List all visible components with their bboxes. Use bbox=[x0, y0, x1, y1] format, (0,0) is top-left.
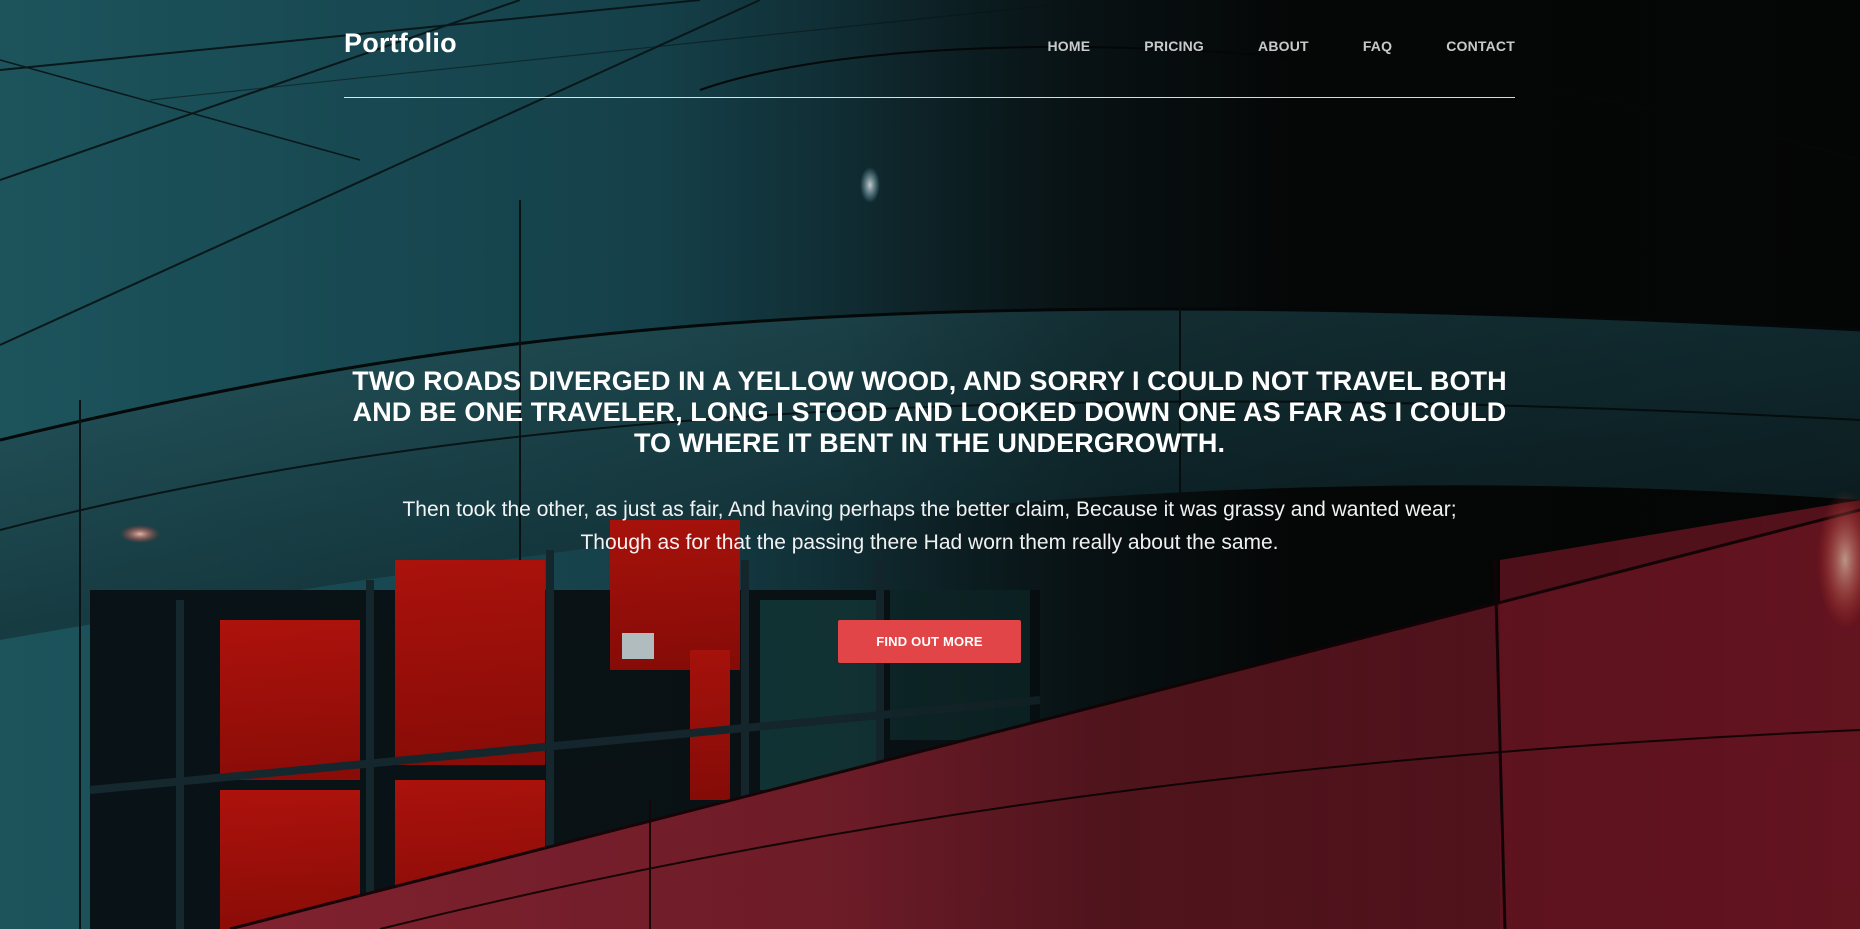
nav-links: Home Pricing About FAQ Contact bbox=[993, 38, 1515, 56]
nav-item-faq: FAQ bbox=[1363, 38, 1392, 56]
hero-section: Two roads diverged in a yellow wood, and… bbox=[344, 366, 1515, 663]
nav-link-pricing[interactable]: Pricing bbox=[1144, 38, 1204, 54]
nav-link-home[interactable]: Home bbox=[1047, 38, 1090, 54]
page-content: Portfolio Home Pricing About FAQ Contact… bbox=[0, 0, 1860, 929]
brand-link[interactable]: Portfolio bbox=[344, 28, 457, 59]
nav-link-contact[interactable]: Contact bbox=[1446, 38, 1515, 54]
find-out-more-button[interactable]: Find Out More bbox=[838, 620, 1021, 663]
nav-item-contact: Contact bbox=[1446, 38, 1515, 56]
nav-link-about[interactable]: About bbox=[1258, 38, 1309, 54]
nav-link-faq[interactable]: FAQ bbox=[1363, 38, 1392, 54]
hero-heading: Two roads diverged in a yellow wood, and… bbox=[352, 366, 1507, 458]
nav-item-home: Home bbox=[1047, 38, 1090, 56]
navbar: Portfolio Home Pricing About FAQ Contact bbox=[344, 0, 1515, 98]
nav-item-pricing: Pricing bbox=[1144, 38, 1204, 56]
nav-item-about: About bbox=[1258, 38, 1309, 56]
hero-text: Then took the other, as just as fair, An… bbox=[402, 498, 1457, 554]
